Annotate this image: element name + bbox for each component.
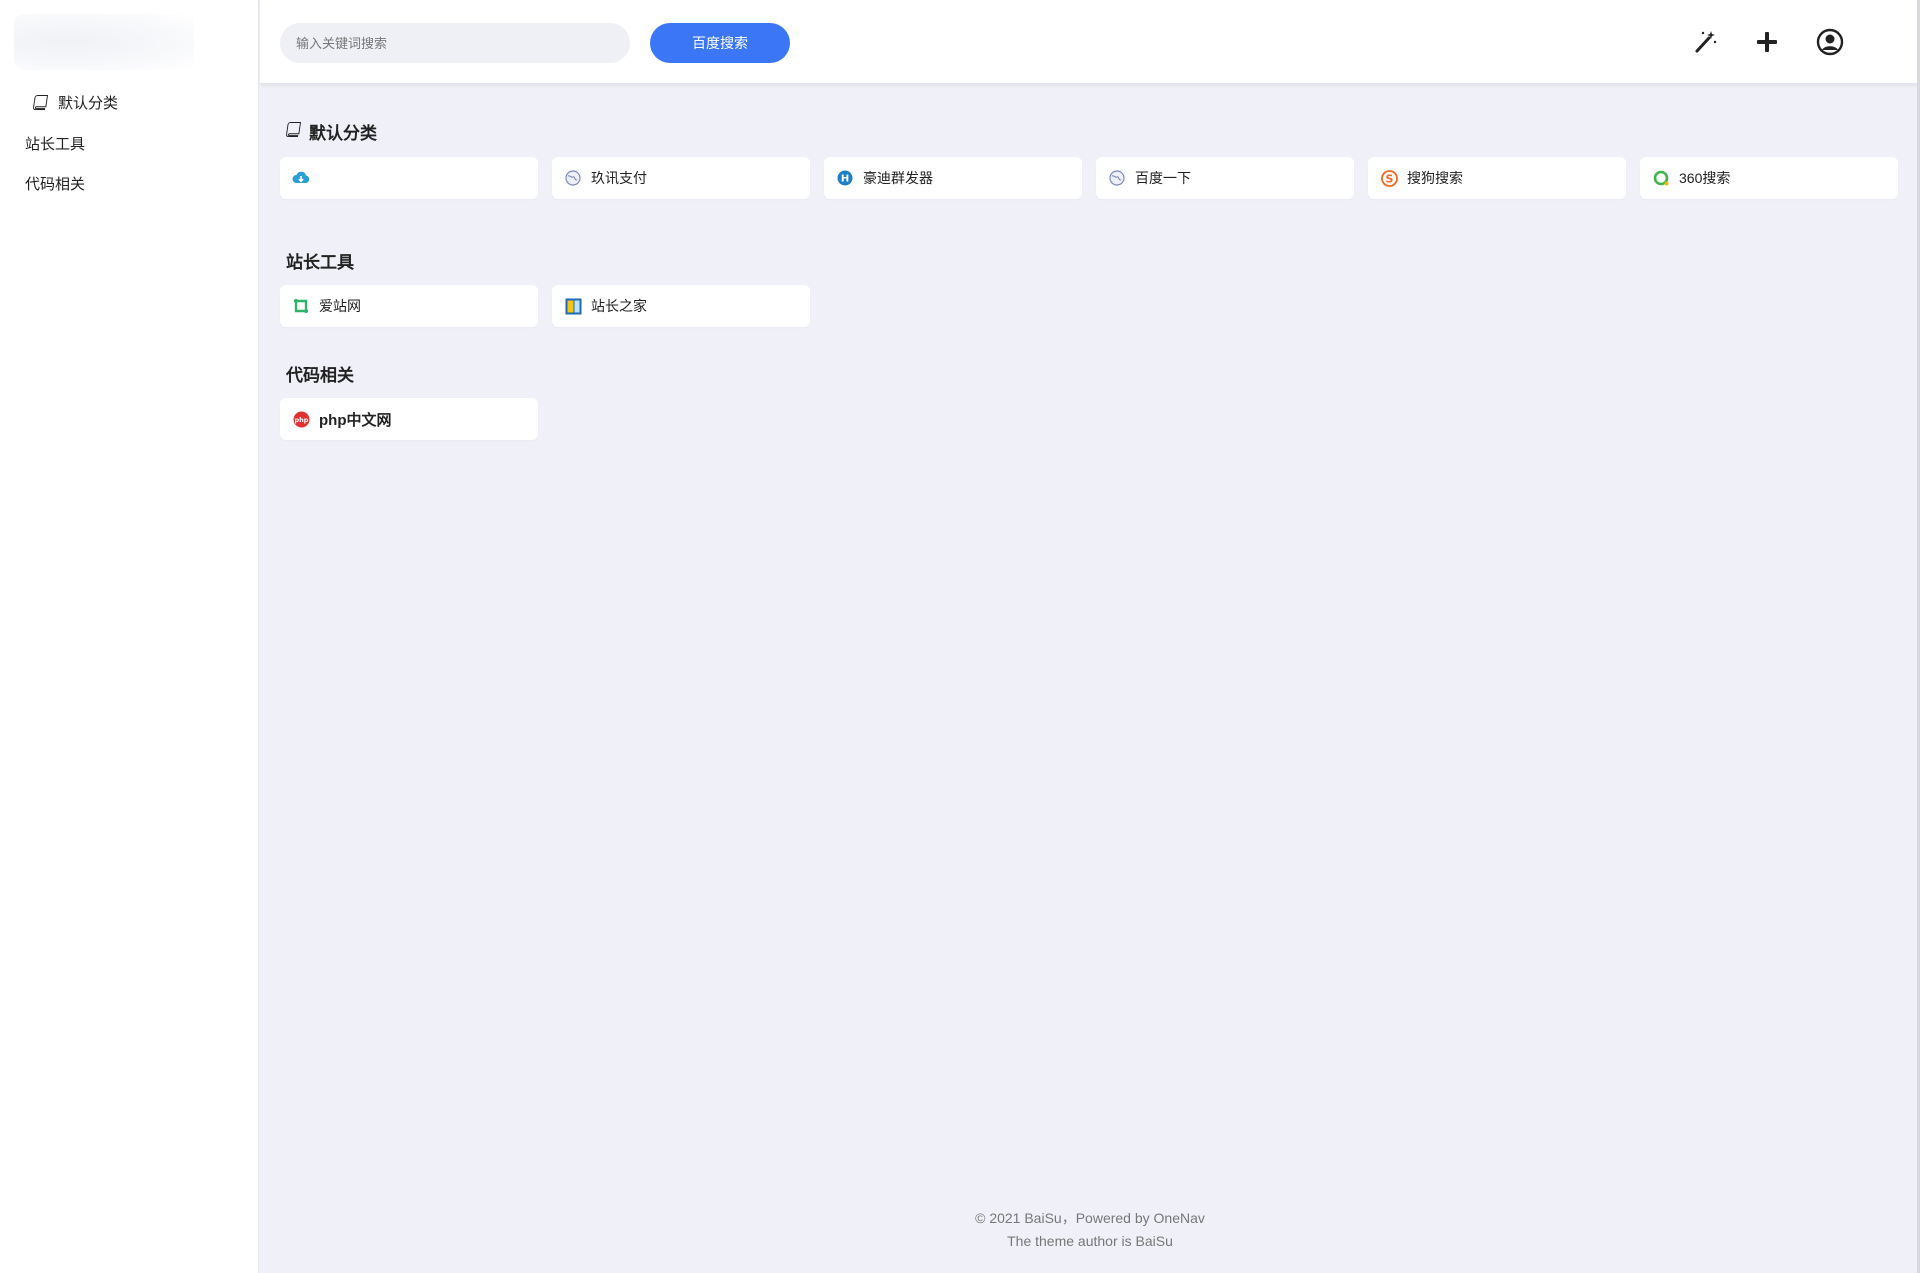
aizhan-icon [292, 297, 310, 315]
section-title-default: 默认分类 [286, 119, 377, 144]
360-icon [1652, 169, 1670, 187]
link-label: 搜狗搜索 [1407, 170, 1463, 186]
link-label: 360搜索 [1679, 170, 1731, 186]
sidebar-item-label: 代码相关 [25, 175, 86, 193]
footer: © 2021 BaiSu，Powered by OneNav The theme… [260, 1207, 1920, 1253]
globe-icon [564, 169, 582, 187]
sidebar: 默认分类 站长工具 代码相关 [0, 0, 259, 1273]
link-card[interactable] [280, 157, 538, 199]
link-label: 豪迪群发器 [863, 170, 933, 186]
sogou-icon: S [1380, 169, 1398, 187]
user-circle-icon[interactable] [1814, 26, 1846, 58]
link-label: 百度一下 [1135, 170, 1191, 186]
svg-text:php: php [294, 416, 308, 424]
magic-wand-icon[interactable] [1689, 26, 1721, 58]
link-label: php中文网 [319, 411, 392, 429]
link-card[interactable]: php php中文网 [280, 398, 538, 440]
cloud-download-icon [292, 169, 310, 187]
link-label: 玖讯支付 [591, 170, 647, 186]
section-title-webmaster-tools: 站长工具 [286, 253, 354, 272]
link-card[interactable]: 360搜索 [1640, 157, 1898, 199]
chinaz-icon [564, 297, 582, 315]
book-icon [286, 121, 301, 142]
search-input[interactable] [280, 23, 630, 63]
link-card[interactable]: 百度一下 [1096, 157, 1354, 199]
svg-text:H: H [841, 174, 849, 185]
footer-copyright: © 2021 BaiSu，Powered by OneNav [975, 1210, 1205, 1226]
link-card[interactable]: 爱站网 [280, 285, 538, 327]
h-logo-icon: H [836, 169, 854, 187]
book-icon [32, 94, 48, 110]
section-title-code: 代码相关 [286, 366, 354, 385]
sidebar-item-label: 站长工具 [25, 135, 86, 153]
link-label: 爱站网 [319, 298, 361, 314]
search-button[interactable]: 百度搜索 [650, 23, 790, 63]
link-card[interactable]: S 搜狗搜索 [1368, 157, 1626, 199]
link-label: 站长之家 [591, 298, 647, 314]
svg-text:S: S [1385, 172, 1393, 185]
sidebar-item-code[interactable]: 代码相关 [25, 171, 85, 195]
php-icon: php [292, 410, 310, 428]
sidebar-item-webmaster-tools[interactable]: 站长工具 [25, 131, 85, 155]
sidebar-item-label: 默认分类 [58, 94, 119, 112]
site-logo[interactable] [14, 14, 194, 70]
top-header: 百度搜索 [260, 0, 1920, 84]
sidebar-item-default-category[interactable]: 默认分类 [32, 90, 118, 114]
plus-icon[interactable] [1751, 26, 1783, 58]
link-card[interactable]: H 豪迪群发器 [824, 157, 1082, 199]
footer-theme-author: The theme author is BaiSu [1007, 1233, 1173, 1249]
globe-icon [1108, 169, 1126, 187]
link-card[interactable]: 玖讯支付 [552, 157, 810, 199]
link-card[interactable]: 站长之家 [552, 285, 810, 327]
